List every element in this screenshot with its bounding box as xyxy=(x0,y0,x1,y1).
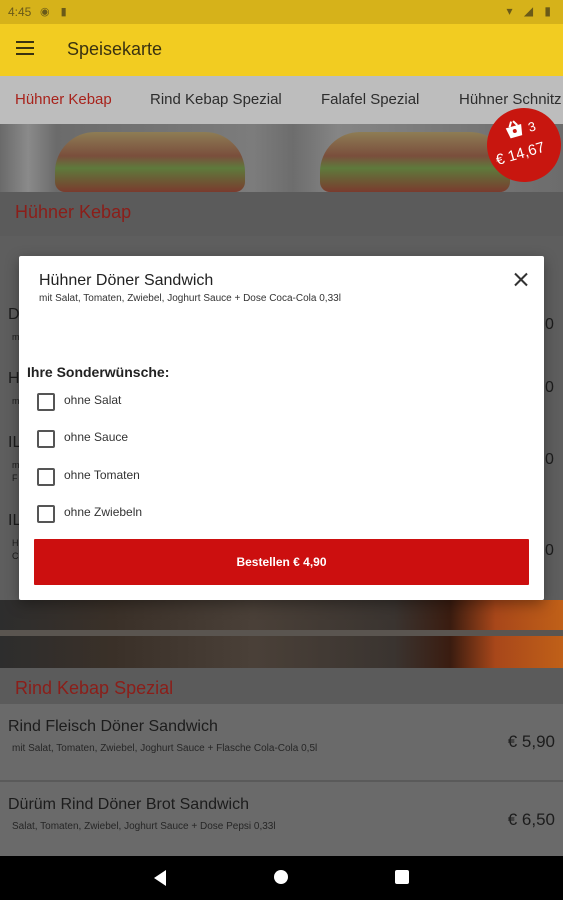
item-description: Salat, Tomaten, Zwiebel, Joghurt Sauce +… xyxy=(12,821,276,832)
close-icon[interactable] xyxy=(509,268,533,292)
skewer-rod xyxy=(0,630,563,636)
option-label: ohne Tomaten xyxy=(64,468,140,482)
partial-item-desc: H xyxy=(12,538,19,548)
item-description: mit Salat, Tomaten, Zwiebel, Joghurt Sau… xyxy=(12,743,318,754)
dialog-title: Hühner Döner Sandwich xyxy=(39,272,214,289)
cart-total: € 14,67 xyxy=(493,138,547,169)
system-nav-bar xyxy=(0,856,563,900)
status-system-icons: ▾ ◢ ▮ xyxy=(506,4,555,18)
partial-item-price: 0 xyxy=(545,542,554,559)
partial-item-desc: C xyxy=(12,551,19,561)
checkbox[interactable] xyxy=(37,505,55,523)
category-tabs: Hühner Kebap Rind Kebap Spezial Falafel … xyxy=(0,76,563,124)
back-triangle-icon[interactable] xyxy=(154,870,166,886)
item-name: Dürüm Rind Döner Brot Sandwich xyxy=(8,796,249,813)
option-label: ohne Zwiebeln xyxy=(64,505,143,519)
banner-image-kebap xyxy=(0,124,563,192)
option-ohne-tomaten[interactable]: ohne Tomaten xyxy=(37,465,237,489)
checkbox[interactable] xyxy=(37,430,55,448)
hamburger-icon[interactable] xyxy=(16,41,36,57)
cart-count: 3 xyxy=(526,118,538,135)
option-ohne-zwiebeln[interactable]: ohne Zwiebeln xyxy=(37,502,237,526)
option-ohne-sauce[interactable]: ohne Sauce xyxy=(37,427,237,451)
dialog-description: mit Salat, Tomaten, Zwiebel, Joghurt Sau… xyxy=(39,293,341,304)
menu-item[interactable]: Dürüm Rind Döner Brot Sandwich Salat, To… xyxy=(0,782,563,856)
tab-falafel-spezial[interactable]: Falafel Spezial xyxy=(321,91,419,108)
status-bar: 4:45 ◉ ▮ ▾ ◢ ▮ xyxy=(0,0,563,24)
item-price: € 5,90 xyxy=(507,732,555,751)
recents-square-icon[interactable] xyxy=(395,870,409,884)
status-notification-icons: ◉ ▮ xyxy=(40,6,71,18)
status-time: 4:45 xyxy=(8,5,32,19)
order-button[interactable]: Bestellen € 4,90 xyxy=(34,539,529,585)
app-title: Speisekarte xyxy=(67,39,163,59)
item-name: Rind Fleisch Döner Sandwich xyxy=(8,718,218,735)
partial-item-price: 0 xyxy=(545,451,554,468)
partial-item-price: 0 xyxy=(545,316,554,333)
app-bar: Speisekarte xyxy=(0,24,563,76)
basket-icon xyxy=(505,120,523,139)
partial-item-desc: F xyxy=(12,473,18,483)
special-wishes-dialog: Hühner Döner Sandwich mit Salat, Tomaten… xyxy=(19,256,544,600)
tab-huehner-kebap[interactable]: Hühner Kebap xyxy=(15,91,112,108)
checkbox[interactable] xyxy=(37,393,55,411)
wishes-heading: Ihre Sonderwünsche: xyxy=(27,364,170,380)
section-title: Hühner Kebap xyxy=(15,202,132,222)
partial-item-price: 0 xyxy=(545,379,554,396)
option-ohne-salat[interactable]: ohne Salat xyxy=(37,390,237,414)
banner-image-grill xyxy=(0,600,563,668)
checkbox[interactable] xyxy=(37,468,55,486)
section-title: Rind Kebap Spezial xyxy=(15,678,174,698)
item-price: € 6,50 xyxy=(507,810,555,829)
option-label: ohne Salat xyxy=(64,393,122,407)
tab-rind-kebap-spezial[interactable]: Rind Kebap Spezial xyxy=(150,91,282,108)
option-label: ohne Sauce xyxy=(64,430,129,444)
partial-item-name: D xyxy=(8,306,20,323)
tab-huehner-schnitzel[interactable]: Hühner Schnitz xyxy=(459,91,562,108)
partial-item-name: H xyxy=(8,370,20,387)
home-circle-icon[interactable] xyxy=(274,870,288,884)
menu-item[interactable]: Rind Fleisch Döner Sandwich mit Salat, T… xyxy=(0,704,563,781)
section-heading-huehner: Hühner Kebap xyxy=(0,192,563,236)
